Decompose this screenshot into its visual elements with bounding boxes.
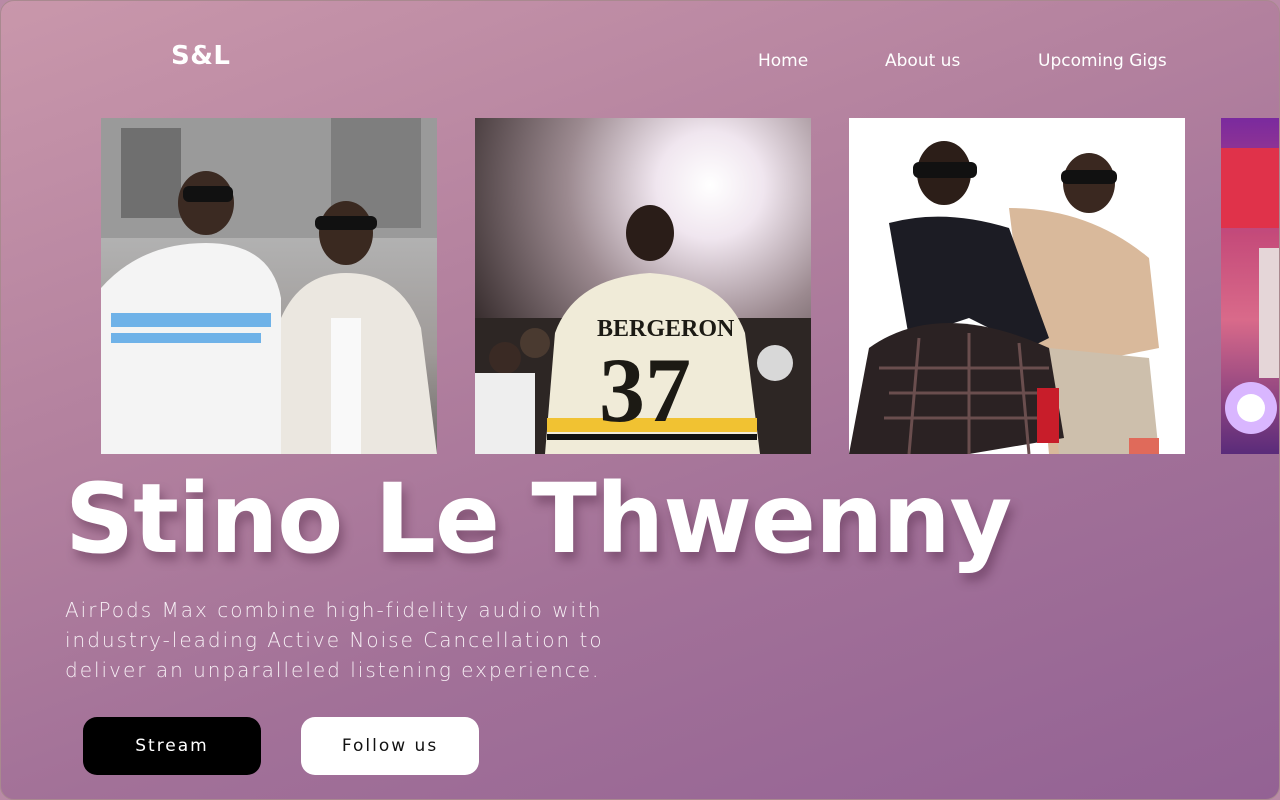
stream-button[interactable]: Stream (83, 717, 261, 775)
gallery-photo-concert-jersey: BERGERON 37 (475, 118, 811, 454)
jersey-number-text: 37 (599, 339, 691, 441)
duo-studio-illustration (849, 141, 1159, 454)
nav-upcoming-gigs-link[interactable]: Upcoming Gigs (1038, 51, 1167, 71)
follow-us-button[interactable]: Follow us (301, 717, 479, 775)
main-nav: Home About us Upcoming Gigs (1, 51, 1279, 75)
stage-partial-illustration (1221, 148, 1279, 434)
nav-about-link[interactable]: About us (885, 51, 960, 71)
gallery-photo-stage-partial (1221, 118, 1279, 454)
nav-home-link[interactable]: Home (758, 51, 808, 71)
gallery-photo-duo-studio (849, 118, 1185, 454)
hero-description: AirPods Max combine high-fidelity audio … (65, 598, 604, 682)
gallery-photo-duo-festival (101, 118, 437, 454)
duo-festival-illustration (101, 118, 437, 454)
landing-page: S&L Home About us Upcoming Gigs BERGERON… (0, 0, 1280, 800)
hero-title: Stino Le Thwenny (65, 463, 1012, 575)
